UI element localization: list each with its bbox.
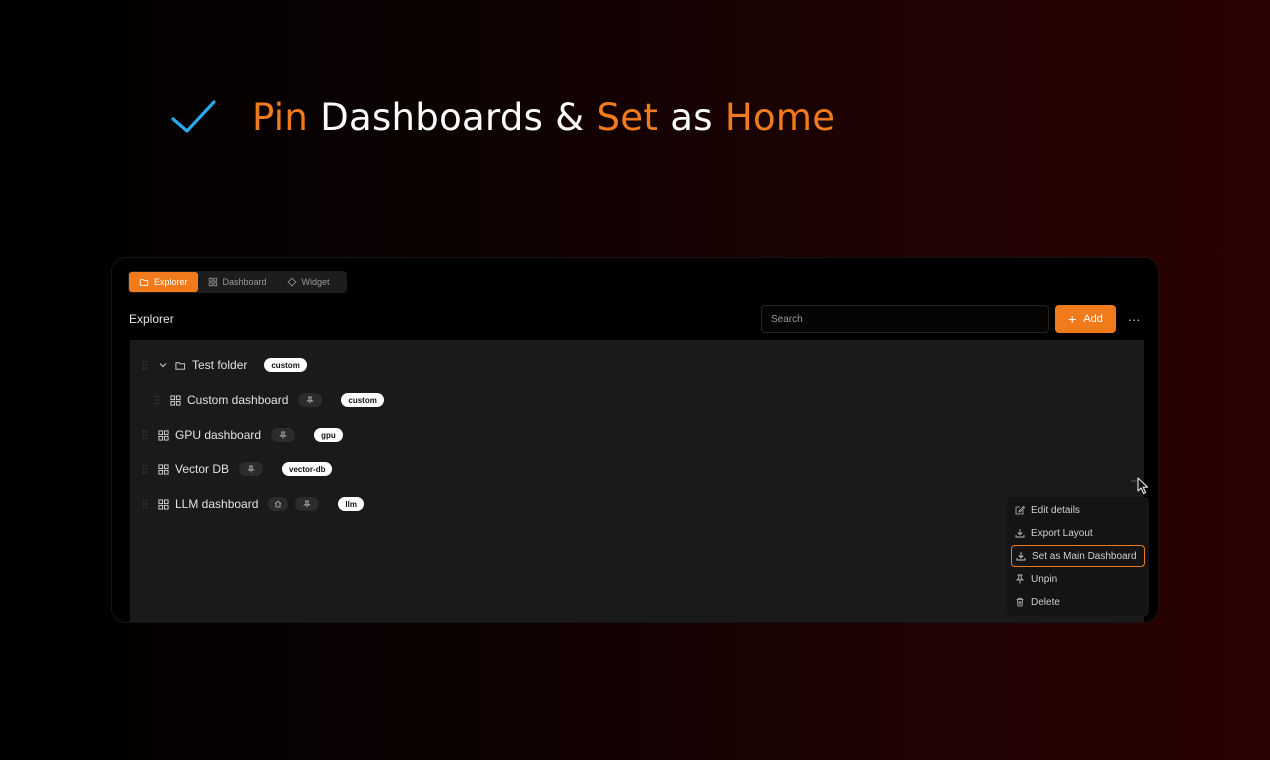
headline-word-set: Set [596,95,659,139]
trash-icon [1016,597,1024,607]
tree-row-custom-dashboard[interactable]: Custom dashboard custom [154,390,384,410]
menu-item-set-as-main-dashboard[interactable]: Set as Main Dashboard [1011,545,1145,567]
menu-item-edit-details[interactable]: Edit details [1011,500,1145,520]
tab-explorer-label: Explorer [154,277,188,287]
home-icon [275,500,282,508]
pin-icon [1015,574,1025,584]
drag-handle-icon[interactable] [142,430,148,440]
tab-explorer[interactable]: Explorer [129,272,198,292]
drag-handle-icon[interactable] [142,499,148,509]
add-button[interactable]: + Add [1055,305,1116,333]
more-options-button[interactable]: ··· [1124,309,1144,329]
headline-word-pin: Pin [252,95,309,139]
drag-handle-icon[interactable] [142,360,148,370]
menu-item-label: Unpin [1031,573,1058,585]
drag-handle-icon[interactable] [142,464,148,474]
context-menu: Edit details Export Layout Set as Main D… [1007,497,1149,616]
pin-badge[interactable] [239,462,264,476]
menu-item-export-layout[interactable]: Export Layout [1011,523,1145,543]
explorer-tree: Test folder custom Custom dashboard cust… [130,340,1149,622]
add-button-label: Add [1083,313,1103,325]
pin-badge[interactable] [295,497,320,511]
tree-row-vector-db[interactable]: Vector DB vector-db [142,459,333,479]
tree-row-label: Vector DB [175,462,230,476]
menu-item-delete[interactable]: Delete [1011,592,1145,612]
plus-icon: + [1068,311,1077,327]
dashboard-grid-icon [158,429,169,441]
folder-open-icon [175,361,186,370]
page-title: Explorer [129,312,174,326]
menu-item-label: Edit details [1031,504,1080,516]
tree-row-gpu-dashboard[interactable]: GPU dashboard gpu [142,425,343,445]
view-tabs: Explorer Dashboard Widget [128,271,347,293]
pin-icon [306,396,315,404]
mouse-cursor-icon [1137,477,1149,495]
dashboard-grid-icon [170,394,181,406]
chevron-down-icon[interactable] [158,360,168,370]
tree-row-test-folder[interactable]: Test folder custom [142,355,307,375]
tree-row-label: LLM dashboard [175,497,259,511]
headline: Pin Dashboards & Set as Home [170,92,835,142]
tab-widget-label: Widget [301,277,330,287]
pin-badge[interactable] [271,428,296,442]
download-icon [1015,529,1025,538]
menu-item-label: Export Layout [1031,527,1093,539]
grid-icon [208,277,217,287]
headline-word-as: as [658,95,725,139]
drag-handle-icon[interactable] [154,395,160,405]
dashboard-grid-icon [158,498,169,510]
dashboard-grid-icon [158,463,169,475]
headline-word-dashboards: Dashboards & [308,95,597,139]
menu-item-label: Set as Main Dashboard [1032,550,1137,562]
app-window: Explorer Dashboard Widget Explorer + Add… [112,258,1158,622]
tag-badge: gpu [314,428,343,442]
tag-badge: custom [264,358,307,372]
tree-row-llm-dashboard[interactable]: LLM dashboard llm [142,494,364,514]
headline-word-home: Home [724,95,836,139]
widget-icon [287,277,296,287]
pin-icon [303,500,312,508]
tag-badge: custom [341,393,384,407]
pin-icon [279,431,287,439]
pin-icon [247,465,255,473]
download-icon [1016,552,1026,561]
tree-row-label: GPU dashboard [175,428,262,442]
search-input[interactable] [761,305,1049,333]
tag-badge: vector-db [282,462,333,476]
tab-dashboard-label: Dashboard [222,277,267,287]
home-badge[interactable] [268,497,289,511]
menu-item-unpin[interactable]: Unpin [1011,569,1145,589]
tree-row-label: Custom dashboard [187,393,289,407]
tab-widget[interactable]: Widget [277,272,340,292]
tree-row-label: Test folder [192,358,248,372]
checkmark-icon [171,100,216,133]
menu-item-label: Delete [1031,596,1060,608]
folder-icon [139,279,149,286]
tag-badge: llm [338,497,364,511]
tab-dashboard[interactable]: Dashboard [198,272,277,292]
edit-icon [1015,505,1025,515]
pin-badge[interactable] [298,393,323,407]
headline-text: Pin Dashboards & Set as Home [252,96,835,139]
